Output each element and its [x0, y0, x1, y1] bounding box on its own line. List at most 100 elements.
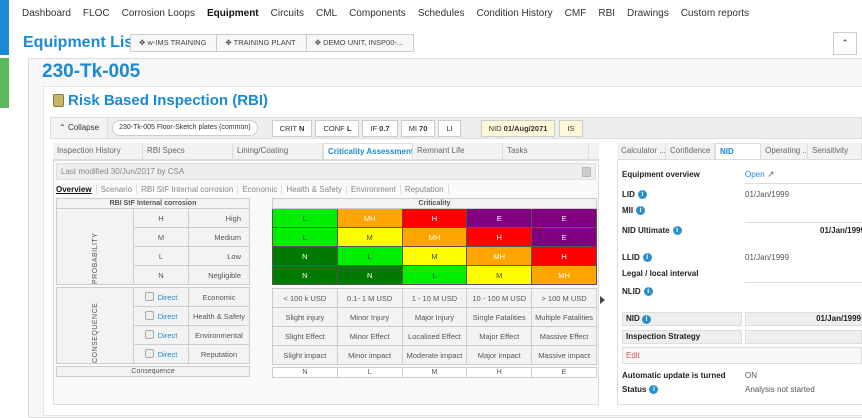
nav-dashboard[interactable]: Dashboard — [22, 8, 71, 19]
subtab-economic[interactable]: Economic — [238, 185, 283, 194]
matrix-cell-l[interactable]: L — [336, 246, 403, 266]
nav-cmf[interactable]: CMF — [565, 8, 587, 19]
nav-components[interactable]: Components — [349, 8, 406, 19]
matrix-cell-n[interactable]: N — [272, 265, 338, 285]
nav-corrosion-loops[interactable]: Corrosion Loops — [122, 8, 195, 19]
last-modified-text: Last modified 30/Jun/2017 by CSA — [61, 167, 185, 176]
tab-tasks[interactable]: Tasks — [503, 143, 589, 159]
direct-checkbox[interactable] — [144, 311, 154, 320]
matrix-cell-m[interactable]: M — [466, 265, 533, 285]
info-icon[interactable]: i — [642, 253, 652, 262]
probability-code: M — [133, 227, 189, 247]
matrix-cell-mh[interactable]: MH — [401, 227, 468, 247]
collapse-button[interactable]: ⌃ Collapse — [51, 118, 109, 138]
subtab-overview[interactable]: Overview — [56, 185, 97, 194]
matrix-cell-e[interactable]: E — [466, 208, 533, 228]
lid-label-text: LID — [622, 190, 635, 199]
matrix-cell-m[interactable]: M — [401, 246, 468, 266]
chip-label: IF — [370, 123, 378, 133]
direct-checkbox[interactable] — [144, 330, 154, 339]
chip-conf[interactable]: CONF L — [315, 119, 360, 137]
nav-drawings[interactable]: Drawings — [627, 8, 669, 19]
nav-condition-history[interactable]: Condition History — [477, 8, 553, 19]
matrix-cell-l[interactable]: L — [401, 265, 468, 285]
nav-cml[interactable]: CML — [316, 8, 337, 19]
rbi-toolbar: ⌃ Collapse 230-Tk-005 Floor-Sketch plate… — [50, 117, 862, 139]
subtab-scenario[interactable]: Scenario — [97, 185, 138, 194]
nav-equipment[interactable]: Equipment — [207, 8, 259, 19]
info-icon[interactable]: i — [642, 315, 652, 324]
tab-rbi-specs[interactable]: RBI Specs — [143, 143, 233, 159]
nav-custom-reports[interactable]: Custom reports — [681, 8, 749, 19]
tab-inspection-history[interactable]: Inspection History — [53, 143, 143, 159]
consequence-scale-cell: Minor impact — [336, 345, 403, 365]
right-tab-2[interactable]: NID — [715, 143, 762, 159]
matrix-cell-e[interactable]: E — [531, 208, 597, 228]
right-tab-4[interactable]: Sensitivity — [808, 143, 862, 159]
matrix-cell-mh[interactable]: MH — [531, 265, 597, 285]
matrix-cell-l[interactable]: L — [272, 227, 338, 247]
copy-icon[interactable] — [582, 167, 591, 177]
nav-rbi[interactable]: RBI — [598, 8, 615, 19]
info-icon[interactable]: i — [649, 385, 659, 394]
matrix-cell-e[interactable]: E — [531, 227, 597, 247]
matrix-cell-n[interactable]: N — [336, 265, 403, 285]
matrix-cell-l[interactable]: L — [272, 208, 338, 228]
right-tab-1[interactable]: Confidence — [666, 143, 715, 159]
gear-icon: ✥ — [225, 38, 234, 47]
direct-link[interactable]: Direct — [158, 350, 178, 359]
subtab-health-safety[interactable]: Health & Safety — [282, 185, 347, 194]
collapse-up-button[interactable]: ⌃ — [833, 32, 857, 55]
tab-criticality-assessment[interactable]: Criticality Assessment — [323, 143, 413, 159]
direct-checkbox[interactable] — [144, 349, 154, 358]
consequence-scale-cell: Minor Injury — [336, 307, 403, 327]
direct-link[interactable]: Direct — [158, 331, 178, 340]
info-icon[interactable]: i — [637, 190, 647, 199]
nav-floc[interactable]: FLOC — [83, 8, 110, 19]
edit-button[interactable]: Edit — [622, 347, 862, 364]
chip-label: CONF — [323, 123, 345, 133]
scenario-selector[interactable]: 230-Tk-005 Floor-Sketch plates (common) — [112, 120, 258, 136]
nav-circuits[interactable]: Circuits — [271, 8, 304, 19]
matrix-cell-h[interactable]: H — [531, 246, 597, 266]
matrix-cell-m[interactable]: M — [336, 227, 403, 247]
direct-link[interactable]: Direct — [158, 312, 178, 321]
right-tab-0[interactable]: Calculator ... — [617, 143, 666, 159]
direct-checkbox[interactable] — [144, 292, 154, 301]
matrix-cell-h[interactable]: H — [401, 208, 468, 228]
nid-chip[interactable]: NID 01/Aug/2071 — [480, 119, 556, 137]
tab-lining-coating[interactable]: Lining/Coating — [233, 143, 323, 159]
matrix-cell-mh[interactable]: MH — [466, 246, 533, 266]
consequence-scale-cell: Slight impact — [272, 345, 338, 365]
breadcrumb-item[interactable]: ✥ w-IMS TRAINING — [130, 34, 218, 52]
matrix-cell-h[interactable]: H — [466, 227, 533, 247]
external-link-icon[interactable]: ↗ — [767, 169, 775, 180]
sidebar-blue-button[interactable] — [0, 0, 9, 55]
matrix-cell-n[interactable]: N — [272, 246, 338, 266]
chip-mi[interactable]: MI 70 — [400, 119, 436, 137]
matrix-row: L M MH H E — [272, 227, 597, 247]
subtab-environment[interactable]: Environment — [347, 185, 401, 194]
info-icon[interactable]: i — [672, 226, 682, 235]
subtab-reputation[interactable]: Reputation — [401, 185, 449, 194]
consequence-scale-cell: < 100 k USD — [272, 288, 338, 308]
chip-crit[interactable]: CRIT N — [271, 119, 313, 137]
breadcrumb-item[interactable]: ✥ TRAINING PLANT — [216, 34, 307, 52]
consequence-scale-cell: Major Effect — [466, 326, 533, 346]
breadcrumb-item[interactable]: ✥ DEMO UNIT, INSP00-... — [305, 34, 415, 52]
matrix-cell-mh[interactable]: MH — [336, 208, 403, 228]
direct-link[interactable]: Direct — [158, 293, 178, 302]
chip-if[interactable]: IF 0.7 — [362, 119, 398, 137]
info-icon[interactable]: i — [636, 206, 646, 215]
nav-schedules[interactable]: Schedules — [418, 8, 465, 19]
chip-li[interactable]: LI — [438, 119, 461, 137]
expand-arrow-icon[interactable] — [600, 296, 605, 304]
info-icon[interactable]: i — [643, 287, 653, 296]
open-link[interactable]: Open — [745, 170, 765, 179]
subtab-rbi-stf-internal-corrosion[interactable]: RBI StF Internal corrosion — [137, 185, 239, 194]
sidebar-green-button[interactable] — [0, 58, 9, 108]
right-tab-3[interactable]: Operating ... — [761, 143, 809, 159]
tab-remnant-life[interactable]: Remnant Life — [413, 143, 503, 159]
status-label: Status i — [622, 385, 659, 394]
is-chip[interactable]: IS — [559, 119, 583, 137]
